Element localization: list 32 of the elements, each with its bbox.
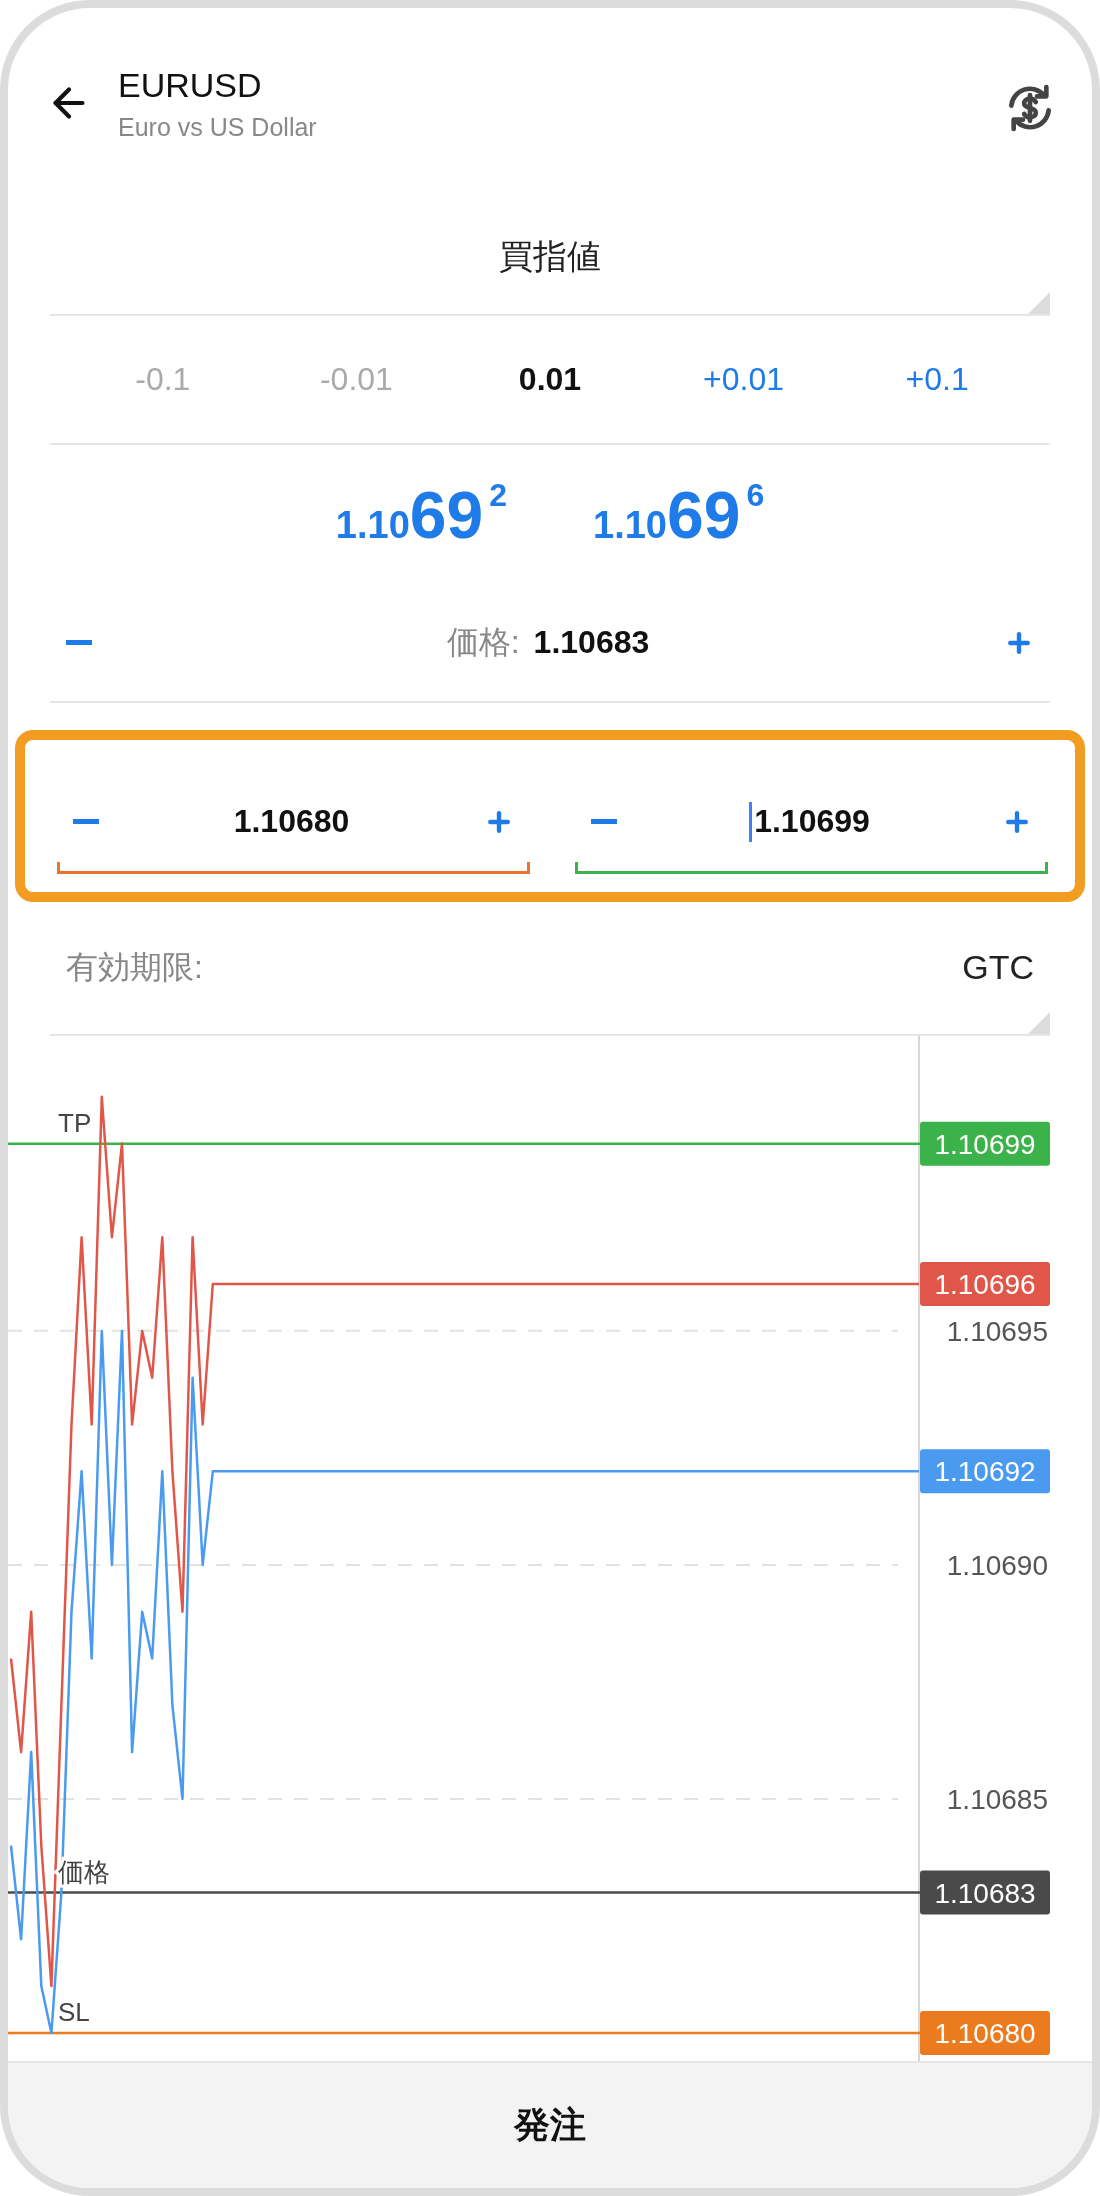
level-tag: SL — [58, 1996, 90, 2027]
axis-tick-label: 1.10685 — [946, 1783, 1048, 1815]
step-option[interactable]: +0.01 — [646, 360, 841, 400]
ref-line-label: 1.10680 — [934, 2017, 1036, 2049]
price-badge: 1.10696 — [920, 1262, 1050, 1306]
price-badge: 1.10692 — [920, 1449, 1050, 1494]
price-badge: 1.10680 — [920, 2010, 1050, 2055]
order-type-select[interactable]: 買指値 — [499, 233, 601, 280]
minus-icon — [66, 640, 92, 646]
level-input[interactable]: 1.10680 — [99, 803, 484, 841]
symbol-title: EURUSD — [118, 66, 263, 105]
axis-tick-label: 1.10690 — [946, 1549, 1048, 1581]
price-value[interactable]: 1.10683 — [533, 623, 650, 661]
minus-icon — [73, 819, 99, 825]
price-badge: 1.10683 — [920, 1870, 1050, 1915]
level-input[interactable]: 1.10699 — [617, 801, 1002, 842]
axis-tick-label: 1.10695 — [946, 1315, 1048, 1347]
symbol-subtitle: Euro vs US Dollar — [118, 113, 318, 142]
decrease-button[interactable] — [73, 819, 99, 825]
place-order-button[interactable]: 発注 — [8, 2060, 1092, 2188]
expiry-label: 有効期限: — [66, 947, 203, 987]
minus-icon — [591, 819, 617, 825]
price-label: 価格: — [446, 622, 520, 662]
ref-line-label: 1.10683 — [934, 1877, 1036, 1909]
decrease-button[interactable] — [591, 819, 617, 825]
ref-line-label: 1.10699 — [934, 1128, 1036, 1160]
expiry-select[interactable]: GTC — [962, 948, 1034, 988]
step-option[interactable]: +0.1 — [840, 360, 1034, 400]
decrease-button[interactable] — [66, 640, 92, 646]
step-option[interactable]: 0.01 — [453, 360, 647, 400]
level-tag: TP — [58, 1107, 92, 1138]
price-badge: 1.10699 — [920, 1121, 1050, 1166]
